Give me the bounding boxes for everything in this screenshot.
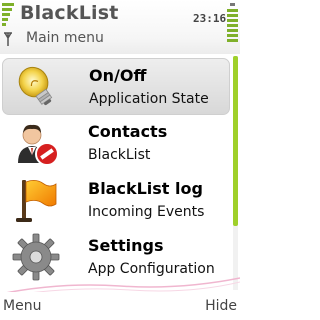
menu-item-label: Settings (88, 236, 164, 255)
lightbulb-icon (13, 63, 61, 111)
menu-softkey[interactable]: Menu (3, 298, 41, 314)
main-menu-list: On/Off Application State Contacts BlackL… (0, 56, 232, 290)
contact-blocked-icon (12, 119, 60, 167)
menu-item-contacts[interactable]: Contacts BlackList (2, 115, 230, 172)
menu-item-sublabel: Application State (89, 91, 209, 107)
menu-item-label: On/Off (89, 66, 147, 85)
menu-item-sublabel: BlackList (88, 147, 151, 163)
menu-item-sublabel: Incoming Events (88, 204, 205, 220)
gear-icon (12, 233, 60, 281)
menu-item-on-off[interactable]: On/Off Application State (2, 58, 230, 115)
page-subtitle: Main menu (26, 30, 104, 46)
signal-strength-icon (2, 3, 14, 49)
hide-softkey[interactable]: Hide (205, 298, 237, 314)
menu-item-blacklist-log[interactable]: BlackList log Incoming Events (2, 172, 230, 229)
menu-item-sublabel: App Configuration (88, 261, 215, 277)
flag-icon (12, 176, 60, 224)
clock: 23:16 (193, 12, 227, 25)
scrollbar[interactable] (233, 56, 238, 290)
app-title: BlackList (20, 2, 119, 24)
title-bar: BlackList Main menu 23:16 (0, 0, 240, 54)
antenna-icon (3, 31, 13, 50)
battery-icon (227, 3, 238, 49)
softkey-bar: Menu Hide (0, 292, 240, 320)
scrollbar-thumb[interactable] (233, 56, 238, 226)
menu-item-label: Contacts (88, 122, 168, 141)
menu-item-label: BlackList log (88, 179, 203, 198)
